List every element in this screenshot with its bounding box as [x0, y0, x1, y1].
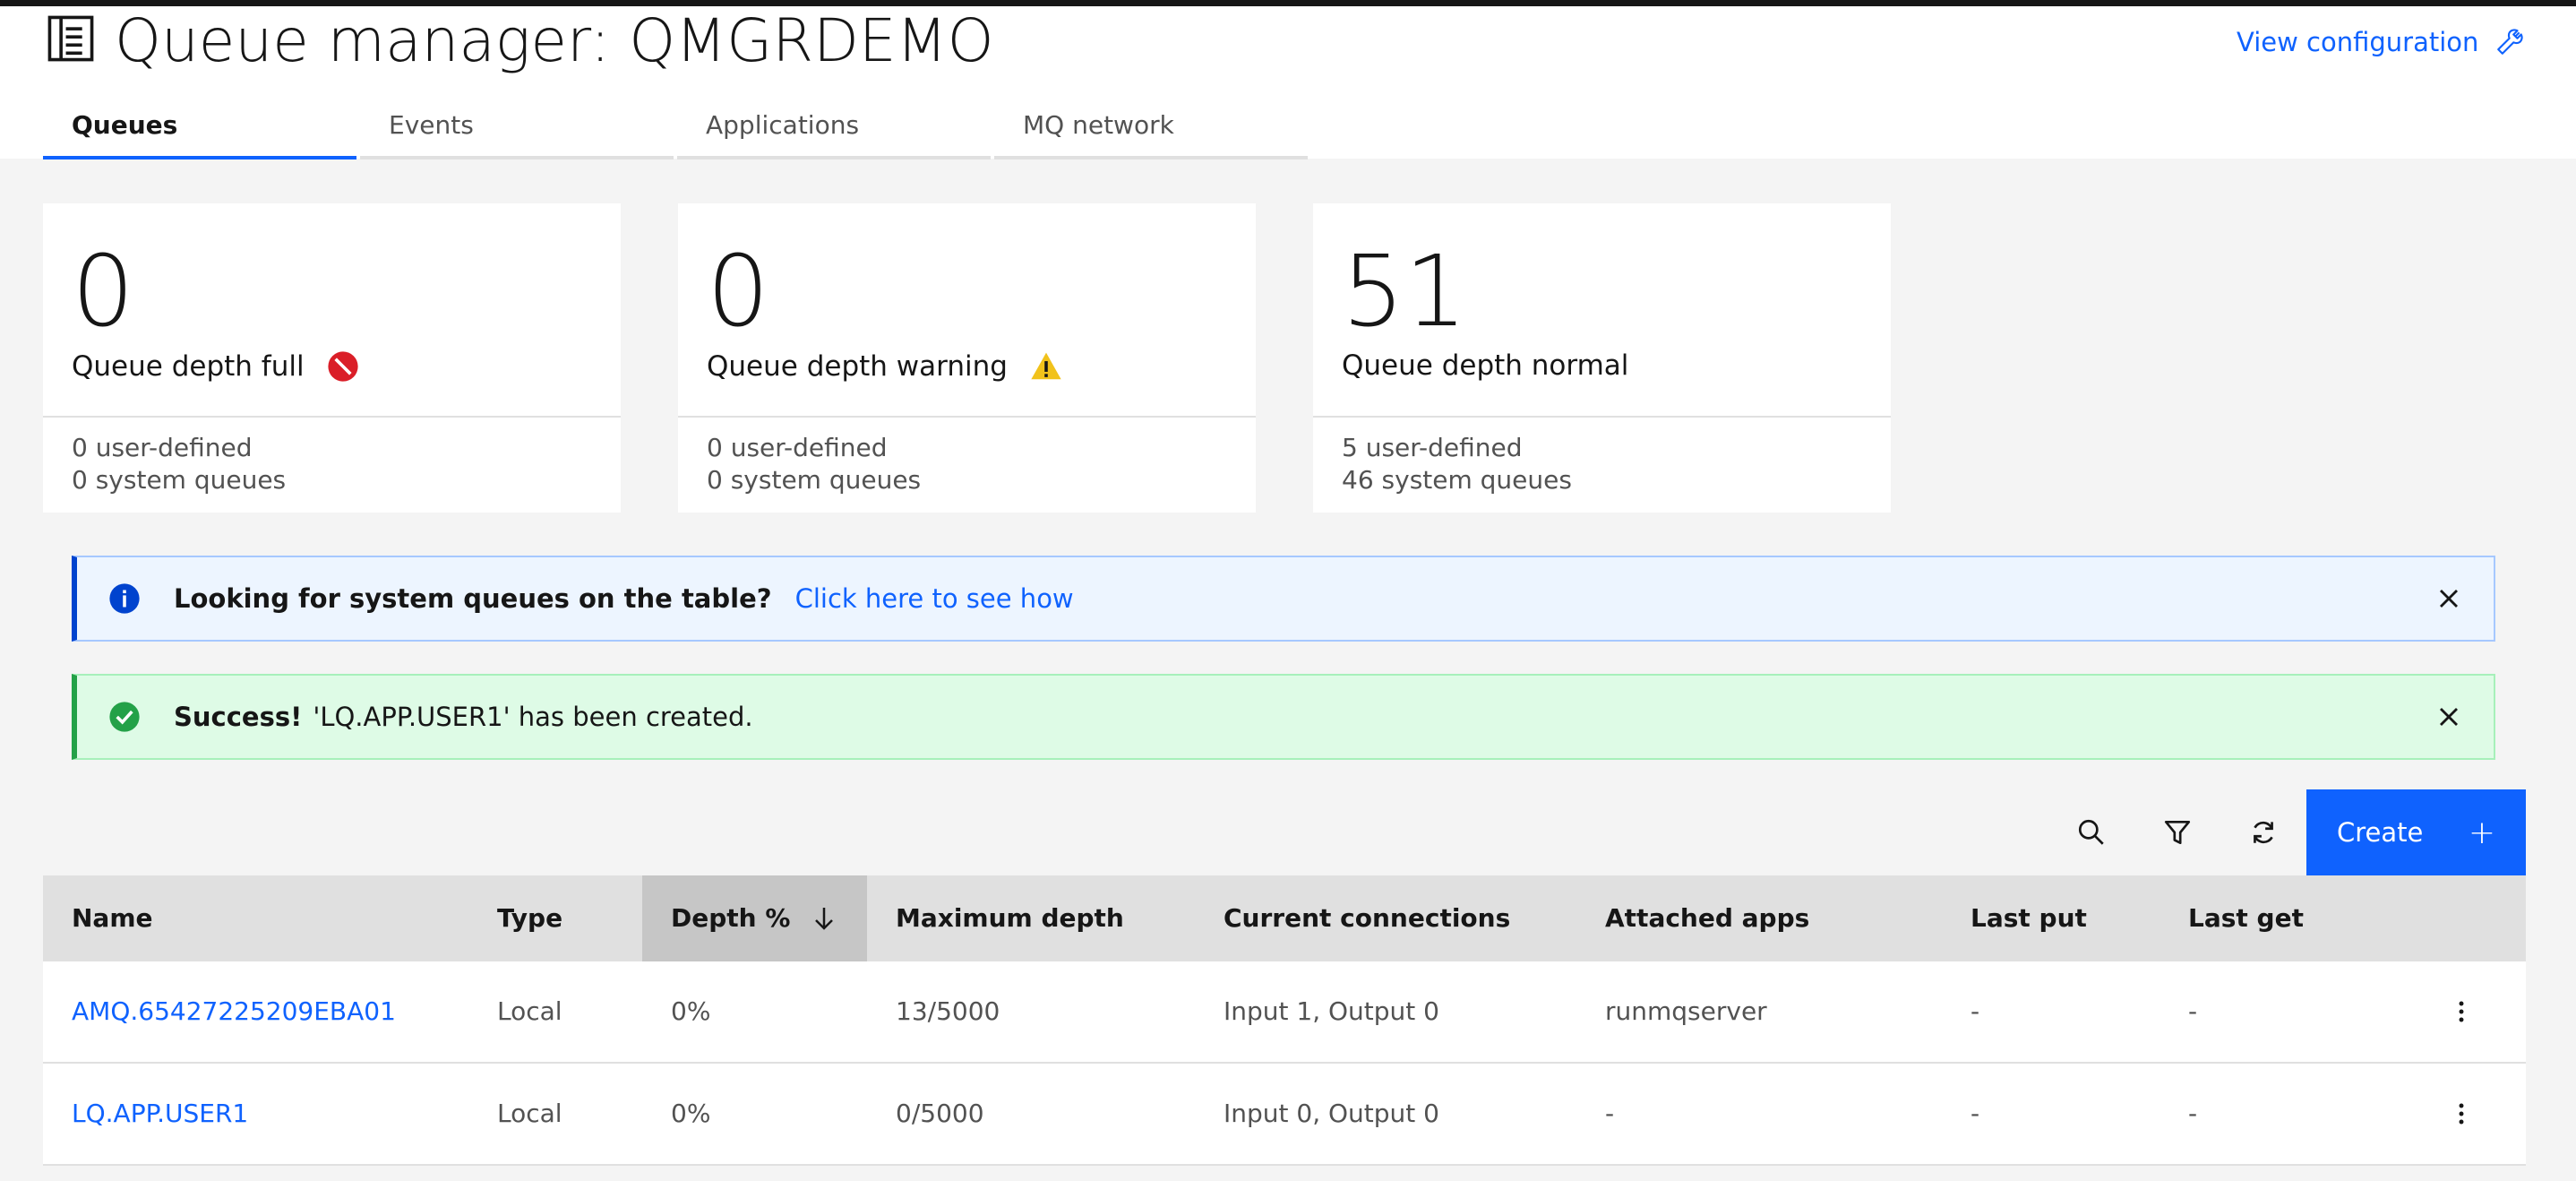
- filter-button[interactable]: [2134, 789, 2220, 875]
- refresh-button[interactable]: [2220, 789, 2306, 875]
- wrench-icon: [2497, 29, 2524, 55]
- queue-last-get: -: [2188, 1099, 2198, 1128]
- queue-max-depth: 13/5000: [896, 996, 1000, 1026]
- card-divider: [43, 416, 621, 418]
- table-header: Name Type Depth % Maximum depth Current …: [43, 875, 2526, 961]
- tab-events[interactable]: Events: [360, 106, 674, 159]
- sort-descending-icon: [815, 908, 834, 930]
- warning-icon: [1031, 352, 1061, 380]
- queue-attached-apps: -: [1605, 1099, 1615, 1128]
- queue-name-link[interactable]: LQ.APP.USER1: [43, 1064, 248, 1164]
- card-system-queues: 0 system queues: [707, 465, 922, 495]
- queue-last-put: -: [1971, 996, 1980, 1026]
- card-divider: [1313, 416, 1891, 418]
- tab-queues[interactable]: Queues: [43, 106, 356, 159]
- column-header-max-depth[interactable]: Maximum depth: [867, 875, 1195, 961]
- filter-icon: [2164, 820, 2191, 845]
- refresh-icon: [2254, 821, 2273, 844]
- view-configuration-link[interactable]: View configuration: [2237, 27, 2525, 57]
- success-notification-text: 'LQ.APP.USER1' has been created.: [313, 702, 753, 732]
- success-notification-title: Success!: [174, 702, 303, 732]
- column-header-type[interactable]: Type: [468, 875, 642, 961]
- queue-attached-apps: runmqserver: [1605, 996, 1767, 1026]
- info-icon: [109, 583, 140, 614]
- checkmark-icon: [109, 702, 140, 732]
- queue-depth: 0%: [671, 1099, 711, 1128]
- queue-connections: Input 0, Output 0: [1224, 1099, 1439, 1128]
- card-label: Queue depth warning: [707, 349, 1063, 384]
- card-count: 0: [707, 234, 769, 349]
- queue-last-get: -: [2188, 996, 2198, 1026]
- queue-name-link[interactable]: AMQ.65427225209EBA01: [43, 961, 396, 1062]
- card-user-defined: 0 user-defined: [707, 433, 888, 462]
- info-notification-link[interactable]: Click here to see how: [795, 583, 1074, 614]
- column-header-name[interactable]: Name: [43, 875, 468, 961]
- add-icon: +: [2468, 814, 2495, 851]
- column-header-last-put[interactable]: Last put: [1942, 875, 2160, 961]
- success-notification: Success! 'LQ.APP.USER1' has been created…: [72, 674, 2495, 760]
- card-count: 51: [1342, 234, 1467, 349]
- info-notification: Looking for system queues on the table? …: [72, 556, 2495, 642]
- card-label: Queue depth normal: [1342, 349, 1629, 382]
- table-row: AMQ.65427225209EBA01 Local 0% 13/5000 In…: [43, 961, 2526, 1064]
- tab-list: Queues Events Applications MQ network: [43, 106, 1311, 159]
- page-title: Queue manager: QMGRDEMO: [115, 6, 994, 75]
- queue-last-put: -: [1971, 1099, 1980, 1128]
- queue-type: Local: [497, 996, 562, 1026]
- table-toolbar: Create +: [0, 789, 2576, 875]
- queue-max-depth: 0/5000: [896, 1099, 984, 1128]
- queue-manager-icon: [47, 15, 94, 62]
- search-button[interactable]: [2048, 789, 2134, 875]
- queue-type: Local: [497, 1099, 562, 1128]
- card-system-queues: 0 system queues: [72, 465, 287, 495]
- column-header-depth[interactable]: Depth %: [642, 875, 867, 961]
- queue-depth: 0%: [671, 996, 711, 1026]
- table-row: LQ.APP.USER1 Local 0% 0/5000 Input 0, Ou…: [43, 1064, 2526, 1166]
- queue-connections: Input 1, Output 0: [1224, 996, 1439, 1026]
- tab-mq-network[interactable]: MQ network: [994, 106, 1308, 159]
- card-system-queues: 46 system queues: [1342, 465, 1572, 495]
- card-divider: [678, 416, 1256, 418]
- column-header-connections[interactable]: Current connections: [1195, 875, 1576, 961]
- overflow-menu-icon[interactable]: [2445, 996, 2477, 1028]
- overflow-menu-icon[interactable]: [2445, 1098, 2477, 1130]
- info-notification-title: Looking for system queues on the table?: [174, 583, 772, 614]
- card-user-defined: 5 user-defined: [1342, 433, 1523, 462]
- search-icon: [2078, 819, 2104, 845]
- card-count: 0: [72, 234, 134, 349]
- queue-depth-normal-card: 51 Queue depth normal 5 user-defined 46 …: [1313, 203, 1891, 513]
- queue-depth-warning-card: 0 Queue depth warning 0 user-defined 0 s…: [678, 203, 1256, 513]
- close-icon[interactable]: [2433, 701, 2465, 733]
- view-configuration-label: View configuration: [2237, 27, 2479, 57]
- tab-applications[interactable]: Applications: [677, 106, 991, 159]
- error-icon: [327, 351, 358, 382]
- column-header-attached-apps[interactable]: Attached apps: [1576, 875, 1942, 961]
- column-header-last-get[interactable]: Last get: [2160, 875, 2428, 961]
- create-button-label: Create: [2337, 817, 2424, 848]
- queue-depth-full-card: 0 Queue depth full 0 user-defined 0 syst…: [43, 203, 621, 513]
- card-label: Queue depth full: [72, 349, 360, 384]
- card-user-defined: 0 user-defined: [72, 433, 253, 462]
- close-icon[interactable]: [2433, 582, 2465, 615]
- queues-table: Name Type Depth % Maximum depth Current …: [43, 875, 2526, 1166]
- create-button[interactable]: Create +: [2306, 789, 2526, 875]
